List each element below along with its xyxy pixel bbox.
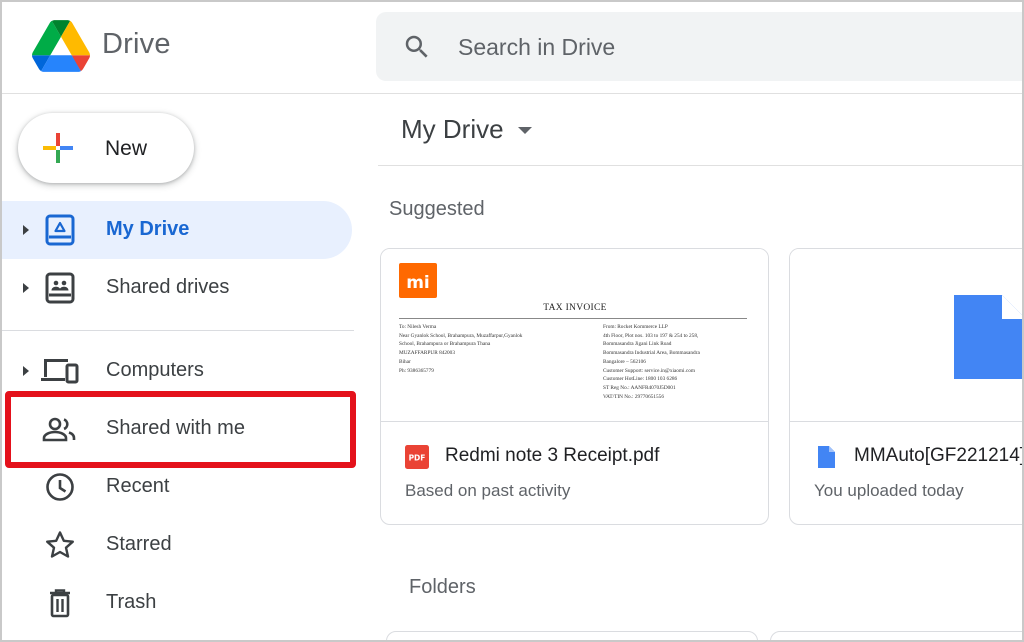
sidebar-item-recent[interactable]: Recent [0,458,352,516]
folder-card[interactable] [770,631,1024,642]
invoice-line: VAT/TIN No.: 29770651556 [603,393,664,400]
sidebar-item-label: Shared with me [106,417,245,439]
app-name[interactable]: Drive [102,28,171,61]
svg-text:PDF: PDF [409,454,426,463]
file-thumbnail[interactable] [790,249,1024,422]
sidebar-item-my-drive[interactable]: My Drive [0,201,352,259]
section-heading-folders: Folders [409,576,476,598]
chevron-down-icon[interactable] [516,124,534,136]
svg-text:mi: mi [406,273,430,293]
sidebar-item-label: Starred [106,533,172,555]
sidebar-item-shared-with-me[interactable]: Shared with me [0,400,352,458]
sidebar-item-trash[interactable]: Trash [0,574,352,632]
file-name: Redmi note 3 Receipt.pdf [445,445,660,466]
invoice-line: Customer Support: service.in@xiaomi.com [603,367,695,374]
invoice-line: Bommasandra Industrial Area, Bommasandra [603,350,700,357]
search-icon[interactable] [402,32,432,62]
section-heading-suggested: Suggested [389,198,485,220]
star-icon [46,531,74,558]
sidebar-item-label: Computers [106,359,204,381]
main-divider [378,165,1024,166]
invoice-line: MUZAFFARPUR 842003 [399,350,455,357]
file-suggestion-reason: Based on past activity [405,481,571,500]
invoice-line: School, Brahampura or Brahampura Thana [399,341,491,348]
new-button-label: New [105,137,148,160]
plus-icon [43,133,73,163]
my-drive-icon [45,214,75,246]
mi-logo: mi [399,263,437,298]
invoice-line: Near Gyanlok School, Brahampura, Muzaffa… [399,332,523,339]
invoice-line: Customer HotLine: 1800 103 6286 [603,376,678,383]
sidebar-item-label: My Drive [106,218,190,240]
folder-card[interactable] [386,631,758,642]
sidebar-item-label: Shared drives [106,276,230,298]
trash-icon [50,589,70,618]
sidebar-item-label: Recent [106,475,170,497]
people-icon [42,417,76,442]
expand-caret-icon[interactable] [20,280,32,296]
document-preview-icon [954,295,1024,379]
shared-drives-icon [45,272,75,304]
invoice-line: From: Rocket Kommerce LLP [603,324,668,330]
invoice-line: 4th Floor, Plot nos. 103 to 197 & 254 to… [603,332,699,339]
invoice-line: Bommasandra Jigani Link Road [603,341,672,348]
suggested-file-card[interactable]: mi TAX INVOICE To: Nilesh Verma Near Gya… [380,248,769,525]
pdf-icon: PDF [405,445,429,469]
sidebar-item-shared-drives[interactable]: Shared drives [0,259,352,317]
invoice-line: ST Reg No.: AANFR4070J5D001 [603,384,676,391]
sidebar-item-label: Trash [106,591,157,613]
file-thumbnail[interactable]: mi TAX INVOICE To: Nilesh Verma Near Gya… [381,249,768,422]
computers-icon [41,359,79,384]
page-title[interactable]: My Drive [401,114,504,145]
expand-caret-icon[interactable] [20,222,32,238]
suggested-file-card[interactable]: MMAuto[GF221214] You uploaded today [789,248,1024,525]
expand-caret-icon[interactable] [20,363,32,379]
invoice-rule [399,318,747,319]
sidebar-divider [0,330,354,331]
invoice-billing-block: To: Nilesh Verma Near Gyanlok School, Br… [399,323,522,375]
invoice-line: To: Nilesh Verma [399,324,437,330]
clock-icon [46,473,74,501]
invoice-line: Ph: 9386365779 [399,367,434,374]
file-name: MMAuto[GF221214] [854,445,1024,466]
search-bar[interactable] [376,12,1024,81]
sidebar-item-computers[interactable]: Computers [0,342,352,400]
invoice-line: Bangalore – 562106 [603,358,646,365]
new-button[interactable]: New [18,113,194,183]
search-input[interactable] [458,29,978,65]
header-divider [0,93,1024,94]
drive-logo-icon[interactable] [32,20,90,72]
invoice-seller-block: From: Rocket Kommerce LLP 4th Floor, Plo… [603,323,700,401]
invoice-preview: mi TAX INVOICE To: Nilesh Verma Near Gya… [399,263,751,422]
invoice-title: TAX INVOICE [543,303,607,313]
invoice-line: Bihar [399,358,411,365]
file-suggestion-reason: You uploaded today [814,481,964,500]
doc-icon [818,446,835,468]
sidebar-item-starred[interactable]: Starred [0,516,352,574]
